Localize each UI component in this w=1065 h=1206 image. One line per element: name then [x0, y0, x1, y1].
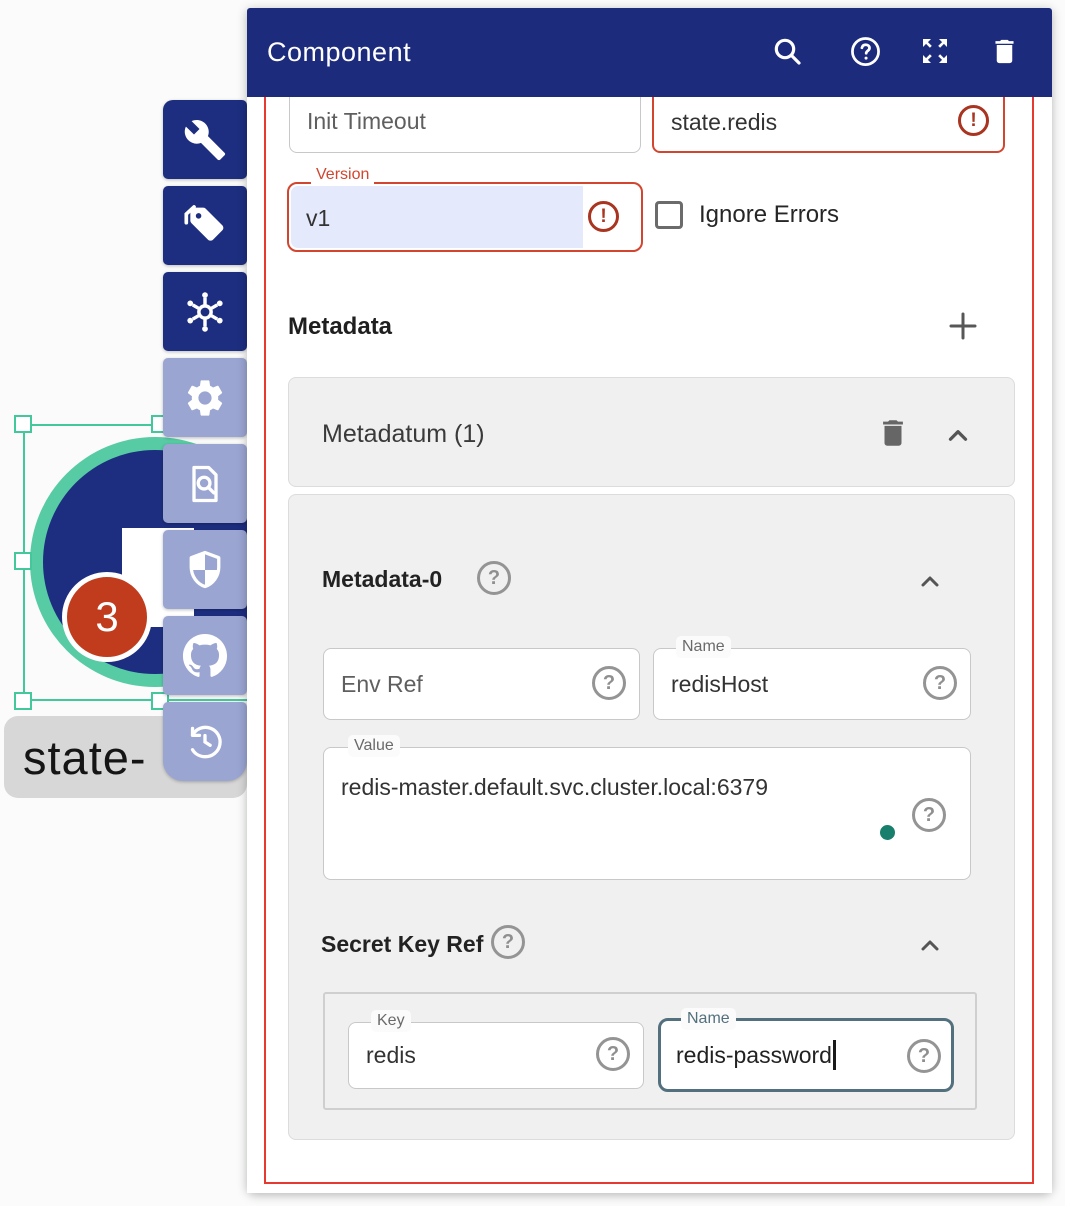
history-icon [183, 720, 227, 764]
ignore-errors-label: Ignore Errors [699, 201, 839, 229]
metadata-heading: Metadata [288, 313, 392, 341]
secret-key-ref-group: Key redis ? Name redis-password ? [323, 992, 977, 1110]
selection-handle-top-left[interactable] [14, 415, 32, 433]
chevron-up-icon [944, 422, 972, 450]
doc-search-icon [183, 462, 227, 506]
tag-icon [183, 204, 227, 248]
help-icon[interactable]: ? [596, 1037, 630, 1071]
error-icon: ! [588, 201, 619, 232]
help-icon[interactable]: ? [923, 666, 957, 700]
metadatum-title: Metadatum (1) [322, 420, 485, 449]
help-icon[interactable]: ? [491, 925, 525, 959]
tags-button[interactable] [163, 186, 247, 265]
history-button[interactable] [163, 702, 247, 781]
secret-name-value: redis-password [676, 1042, 836, 1072]
search-icon [771, 35, 803, 67]
fullscreen-button[interactable] [915, 31, 955, 71]
metadata-name-value: redisHost [671, 671, 768, 698]
metadata-value-label: Value [348, 735, 400, 757]
help-icon[interactable]: ? [592, 666, 626, 700]
metadata-value-text: redis-master.default.svc.cluster.local:6… [341, 774, 768, 801]
metadata-value-field[interactable]: Value redis-master.default.svc.cluster.l… [323, 747, 971, 880]
help-icon [849, 35, 882, 68]
security-button[interactable] [163, 530, 247, 609]
fullscreen-icon [919, 35, 951, 67]
gear-icon [183, 376, 227, 420]
trash-icon [876, 416, 910, 450]
error-icon: ! [958, 105, 989, 136]
secret-key-label: Key [371, 1010, 411, 1032]
autofill-highlight [291, 186, 583, 248]
init-timeout-placeholder: Init Timeout [307, 108, 426, 135]
chevron-up-icon [917, 569, 943, 595]
type-value: state.redis [671, 109, 777, 136]
configure-button[interactable] [163, 100, 247, 179]
chevron-up-icon [917, 933, 943, 959]
error-count: 3 [95, 593, 118, 641]
type-field[interactable]: state.redis ! [652, 97, 1005, 153]
version-value: v1 [306, 205, 330, 232]
secret-key-value: redis [366, 1042, 416, 1069]
init-timeout-field[interactable]: Init Timeout [289, 97, 641, 153]
github-icon [182, 633, 228, 679]
drawer-header: Component [247, 8, 1052, 97]
error-count-badge: 3 [62, 572, 152, 662]
app-root: 3 state- C [0, 0, 1065, 1206]
collapse-metadatum-button[interactable] [944, 422, 972, 453]
node-toolbar [163, 100, 247, 788]
hub-button[interactable] [163, 272, 247, 351]
teal-dot-indicator [880, 825, 895, 840]
help-icon[interactable]: ? [912, 798, 946, 832]
metadatum-accordion-header[interactable]: Metadatum (1) [288, 377, 1015, 487]
metadata-name-field[interactable]: Name redisHost ? [653, 648, 971, 720]
wrench-icon [183, 118, 227, 162]
metadatum-accordion-content: Metadata-0 ? Env Ref ? Name redisHost ? … [288, 494, 1015, 1140]
settings-button[interactable] [163, 358, 247, 437]
secret-name-field-focused[interactable]: Name redis-password ? [658, 1018, 954, 1092]
search-button[interactable] [767, 31, 807, 71]
delete-icon [989, 36, 1020, 67]
inspect-button[interactable] [163, 444, 247, 523]
shield-icon [183, 548, 227, 592]
help-icon[interactable]: ? [907, 1039, 941, 1073]
env-ref-field[interactable]: Env Ref ? [323, 648, 640, 720]
collapse-secret-key-ref-button[interactable] [917, 933, 943, 962]
secret-key-ref-heading: Secret Key Ref [321, 931, 483, 958]
form-scroll-area[interactable]: Init Timeout state.redis ! Version v1 ! … [247, 97, 1052, 1193]
plus-icon [947, 310, 979, 342]
secret-key-field[interactable]: Key redis ? [348, 1022, 644, 1089]
metadata-0-heading: Metadata-0 [322, 566, 442, 593]
version-label: Version [311, 166, 374, 184]
selection-handle-bottom-left[interactable] [14, 692, 32, 710]
selection-handle-mid-left[interactable] [14, 552, 32, 570]
drawer-title: Component [267, 37, 411, 68]
secret-name-label: Name [681, 1008, 736, 1030]
env-ref-placeholder: Env Ref [341, 671, 423, 698]
metadata-name-label: Name [676, 636, 731, 658]
help-icon[interactable]: ? [477, 561, 511, 595]
collapse-metadata-0-button[interactable] [917, 569, 943, 598]
component-drawer: Component Init Timeout state.redis ! [247, 8, 1052, 1193]
text-cursor [833, 1040, 836, 1070]
help-button[interactable] [845, 31, 885, 71]
ignore-errors-checkbox[interactable] [655, 201, 683, 229]
delete-component-button[interactable] [984, 31, 1024, 71]
github-button[interactable] [163, 616, 247, 695]
add-metadata-button[interactable] [945, 309, 981, 345]
hub-icon [182, 289, 228, 335]
delete-metadatum-button[interactable] [876, 416, 910, 453]
version-field[interactable]: v1 ! [287, 182, 643, 252]
